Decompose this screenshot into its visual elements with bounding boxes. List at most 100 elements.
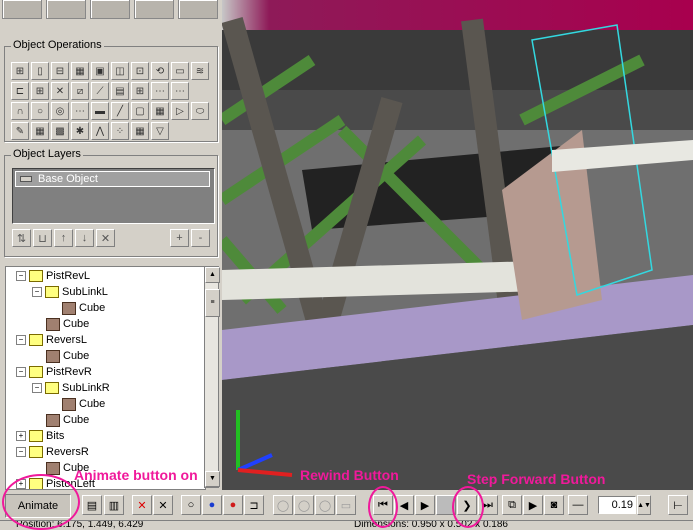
folder-icon	[29, 366, 43, 378]
layer-move-down-icon[interactable]: ↓	[75, 229, 94, 247]
camera-icon[interactable]: ◙	[544, 495, 564, 515]
cube-icon	[46, 413, 60, 427]
tree-item[interactable]: Cube	[62, 396, 105, 412]
tool-icon[interactable]: ⋯	[171, 82, 189, 100]
play-button[interactable]: ▶	[415, 495, 435, 515]
tool-icon[interactable]: ╱	[111, 102, 129, 120]
layer-move-up-icon[interactable]: ↑	[54, 229, 73, 247]
layer-trash-icon[interactable]: ⊔	[33, 229, 52, 247]
box-primitive-button[interactable]	[2, 0, 42, 19]
tool-icon[interactable]: ▽	[151, 122, 169, 140]
tool-icon[interactable]: ⬭	[191, 102, 209, 120]
collapse-icon[interactable]: −	[16, 271, 26, 281]
scroll-down-button[interactable]: ▼	[205, 471, 220, 487]
collapse-icon[interactable]: −	[16, 335, 26, 345]
tool-icon[interactable]: ✱	[71, 122, 89, 140]
tree-item-label: SubLinkR	[62, 382, 110, 394]
tool-icon[interactable]: ✕	[51, 82, 69, 100]
tool-icon[interactable]: ▢	[131, 102, 149, 120]
tool-icon[interactable]: ⋀	[91, 122, 109, 140]
tree-item[interactable]: − SubLinkR	[32, 380, 110, 396]
timeline-end-icon[interactable]: ⊢	[668, 495, 688, 515]
tool-icon[interactable]: ▣	[91, 62, 109, 80]
tree-item[interactable]: − SubLinkL	[32, 284, 108, 300]
tool-icon[interactable]: ○	[31, 102, 49, 120]
cube-icon	[62, 301, 76, 315]
tool-icon[interactable]: ▦	[151, 102, 169, 120]
tool-icon[interactable]: ✎	[11, 122, 29, 140]
tree-item[interactable]: Cube	[46, 412, 89, 428]
keyframe-icon[interactable]: ▤	[82, 495, 102, 515]
record-off-icon[interactable]: ○	[181, 495, 201, 515]
collapse-icon[interactable]: −	[32, 383, 42, 393]
expand-icon[interactable]: +	[16, 431, 26, 441]
copy-frames-icon[interactable]: ⧉	[502, 495, 522, 515]
tool-icon[interactable]: ⊏	[11, 82, 29, 100]
record-blue-icon[interactable]: ●	[202, 495, 222, 515]
tool-icon[interactable]: ⋯	[71, 102, 89, 120]
layer-add-button[interactable]: +	[170, 229, 189, 247]
tool-icon[interactable]: ▯	[31, 62, 49, 80]
layer-sync-icon[interactable]: ⇅	[12, 229, 31, 247]
tool-icon[interactable]: ∩	[11, 102, 29, 120]
tree-item[interactable]: − PistRevL	[16, 268, 90, 284]
torus-primitive-button[interactable]	[134, 0, 174, 19]
tree-item[interactable]: Cube	[62, 300, 105, 316]
tool-icon[interactable]: ⊞	[11, 62, 29, 80]
delete-all-icon[interactable]: ✕	[153, 495, 173, 515]
step-forward-highlight-circle	[452, 486, 484, 528]
tool-icon[interactable]: ▷	[171, 102, 189, 120]
tree-item[interactable]: + Bits	[16, 428, 64, 444]
bottom-toolbar: Animate ▤ ▥ ✕ ✕ ○ ● ● ⊐ ◯ ◯ ◯ ▭ ⏮ ◀ ▶ ❯ …	[0, 490, 693, 520]
tool-icon[interactable]: ⟲	[151, 62, 169, 80]
tool-icon[interactable]: ▦	[71, 62, 89, 80]
tool-icon[interactable]: ◎	[51, 102, 69, 120]
collapse-icon[interactable]: −	[32, 287, 42, 297]
object-layers-group: Object Layers Base Object ⇅ ⊔ ↑ ↓ ✕ + -	[4, 148, 218, 257]
tree-item-label: Cube	[79, 398, 106, 410]
tool-icon[interactable]: ⊡	[131, 62, 149, 80]
tool-icon[interactable]: ≋	[191, 62, 209, 80]
pyramid-primitive-button[interactable]	[178, 0, 218, 19]
timeline-minus-icon[interactable]: —	[568, 495, 588, 515]
collapse-icon[interactable]: −	[16, 447, 26, 457]
record-red-icon[interactable]: ●	[223, 495, 243, 515]
layer-item-label: Base Object	[38, 173, 98, 185]
tool-icon[interactable]: ▬	[91, 102, 109, 120]
tree-item[interactable]: − PistRevR	[16, 364, 92, 380]
tool-icon[interactable]: ⊞	[31, 82, 49, 100]
tool-icon[interactable]: ▤	[111, 82, 129, 100]
tree-scrollbar[interactable]: ▲ ≡ ▼	[204, 266, 220, 488]
layer-remove-button[interactable]: -	[191, 229, 210, 247]
tree-item[interactable]: − ReversR	[16, 444, 89, 460]
tool-icon[interactable]: ⁘	[111, 122, 129, 140]
tool-icon[interactable]: ⊟	[51, 62, 69, 80]
cone-primitive-button[interactable]	[90, 0, 130, 19]
collapse-icon[interactable]: −	[16, 367, 26, 377]
tool-icon[interactable]: ⟋	[91, 82, 109, 100]
tool-icon[interactable]: ▭	[171, 62, 189, 80]
tree-item[interactable]: Cube	[46, 316, 89, 332]
tool-icon[interactable]: ⋯	[151, 82, 169, 100]
tool-icon[interactable]: ⧄	[71, 82, 89, 100]
layer-delete-icon[interactable]: ✕	[96, 229, 115, 247]
tree-item[interactable]: − ReversL	[16, 332, 87, 348]
frame-time-field[interactable]: 0.19	[598, 496, 636, 514]
loop-icon[interactable]: ⊐	[244, 495, 264, 515]
cylinder-primitive-button[interactable]	[46, 0, 86, 19]
tool-icon[interactable]: ◫	[111, 62, 129, 80]
folder-icon	[45, 382, 59, 394]
scroll-up-button[interactable]: ▲	[205, 267, 220, 283]
tree-item[interactable]: Cube	[46, 348, 89, 364]
delete-key-icon[interactable]: ✕	[132, 495, 152, 515]
layer-item[interactable]: Base Object	[15, 171, 210, 187]
film-icon[interactable]: ▥	[104, 495, 124, 515]
play-frame-icon[interactable]: ▶	[523, 495, 543, 515]
tool-icon[interactable]: ▩	[51, 122, 69, 140]
tool-icon[interactable]: ▦	[31, 122, 49, 140]
scroll-thumb[interactable]: ≡	[205, 289, 220, 317]
3d-viewport[interactable]	[222, 0, 693, 490]
tool-icon[interactable]: ▦	[131, 122, 149, 140]
tool-icon[interactable]: ⊞	[131, 82, 149, 100]
frame-spinner[interactable]: ▲▼	[637, 495, 651, 515]
